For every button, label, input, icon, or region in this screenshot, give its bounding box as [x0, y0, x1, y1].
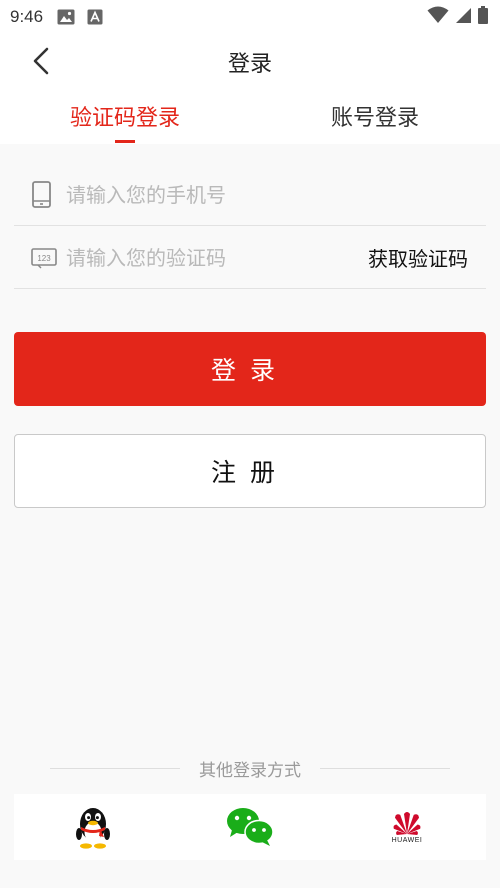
- login-button[interactable]: 登录: [14, 332, 486, 406]
- tab-account-login[interactable]: 账号登录: [250, 100, 500, 132]
- cellular-signal-icon: [455, 7, 472, 28]
- gallery-notification-icon: [57, 9, 75, 25]
- verification-code-icon: 123: [30, 243, 58, 275]
- status-bar: 9:46: [0, 0, 500, 34]
- page-title: 登录: [227, 52, 272, 77]
- verification-code-icon-text: 123: [37, 254, 51, 263]
- huawei-wordmark: HUAWEI: [391, 837, 423, 844]
- battery-icon: [478, 6, 488, 28]
- font-notification-icon: [87, 9, 103, 25]
- status-indicators: [427, 6, 488, 28]
- code-row: 123 获取验证码: [14, 227, 486, 289]
- phone-input[interactable]: [66, 178, 346, 212]
- get-code-button[interactable]: 获取验证码: [368, 243, 468, 272]
- huawei-login-button[interactable]: HUAWEI: [382, 802, 432, 852]
- phone-icon: [30, 180, 54, 214]
- other-login-divider: 其他登录方式: [50, 756, 450, 781]
- qq-penguin-icon: [76, 808, 110, 849]
- login-tabs: 验证码登录 账号登录: [0, 86, 500, 144]
- wechat-login-button[interactable]: [225, 802, 275, 852]
- register-button[interactable]: 注册: [14, 434, 486, 508]
- social-login-bar: HUAWEI: [14, 794, 486, 860]
- app-header: 登录: [0, 34, 500, 86]
- qq-login-button[interactable]: [68, 802, 118, 852]
- verification-code-input[interactable]: [66, 241, 346, 275]
- status-time: 9:46: [10, 7, 44, 26]
- huawei-icon: [393, 812, 421, 835]
- wifi-icon: [427, 6, 449, 28]
- wechat-icon: [227, 808, 274, 846]
- divider-line-right: [320, 768, 450, 769]
- tab-sms-login[interactable]: 验证码登录: [0, 100, 250, 132]
- phone-row: [14, 164, 486, 226]
- active-tab-indicator: [115, 140, 135, 143]
